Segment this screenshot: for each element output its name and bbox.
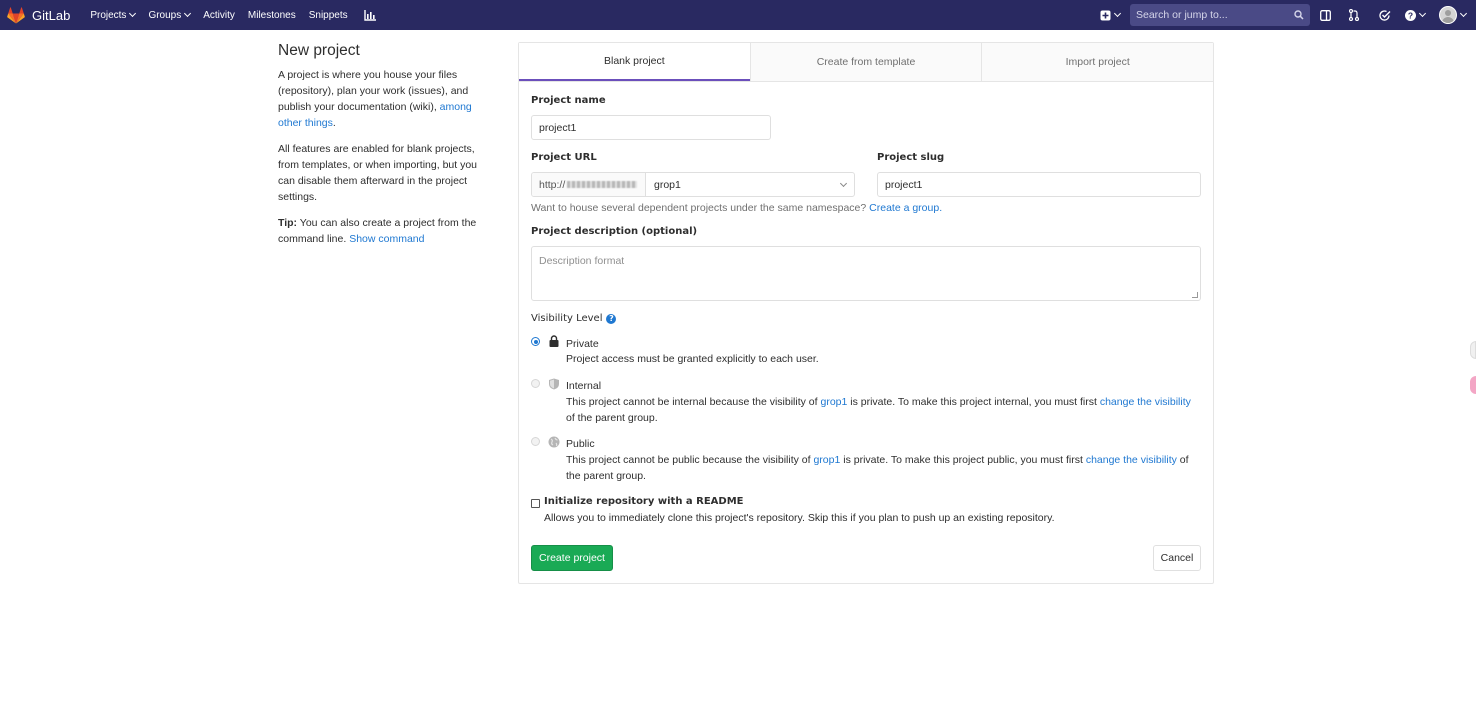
nav-snippets[interactable]: Snippets (309, 10, 348, 21)
search-placeholder: Search or jump to... (1136, 9, 1228, 21)
tab-import-project[interactable]: Import project (981, 43, 1214, 81)
chart-icon[interactable] (363, 9, 376, 21)
visibility-public-radio[interactable] (531, 437, 540, 446)
show-command-link[interactable]: Show command (349, 233, 424, 245)
public-group-link[interactable]: grop1 (813, 454, 840, 466)
nav-milestones[interactable]: Milestones (248, 10, 296, 21)
project-slug-label: Project slug (877, 152, 945, 163)
new-dropdown[interactable] (1100, 9, 1122, 21)
visibility-private-desc: Project access must be granted explicitl… (566, 353, 819, 365)
gitlab-home-link[interactable]: GitLab (7, 6, 71, 24)
tip-label: Tip: (278, 217, 298, 229)
visibility-internal-desc: This project cannot be internal because … (566, 394, 1196, 426)
left-info-column: New project A project is where you house… (278, 42, 486, 257)
side-widget[interactable] (1470, 341, 1476, 359)
gitlab-logo-icon (7, 6, 25, 23)
visibility-public-desc: This project cannot be public because th… (566, 452, 1196, 484)
merge-request-icon[interactable] (1349, 9, 1359, 21)
visibility-private-radio[interactable] (531, 337, 540, 346)
side-widget-pink[interactable] (1470, 376, 1476, 394)
nav-right: Search or jump to... ? (1100, 0, 1476, 30)
shield-icon (549, 378, 559, 390)
tab-blank-project[interactable]: Blank project (519, 43, 750, 81)
globe-icon (548, 436, 560, 448)
description-label: Project description (optional) (531, 226, 698, 237)
nav-projects-label: Projects (90, 9, 127, 21)
nav-groups-label: Groups (148, 9, 182, 21)
cancel-button[interactable]: Cancel (1153, 545, 1201, 571)
intro-period: . (332, 117, 336, 129)
todo-check-icon[interactable] (1379, 9, 1391, 21)
page-title: New project (278, 42, 360, 59)
visibility-label-text: Visibility Level (531, 313, 603, 324)
description-placeholder: Description format (539, 255, 625, 267)
internal-change-visibility-link[interactable]: change the visibility (1100, 396, 1191, 408)
namespace-help-text: Want to house several dependent projects… (531, 202, 870, 214)
chevron-down-icon (1459, 9, 1468, 18)
internal-desc-b: is private. To make this project interna… (847, 396, 1100, 408)
initialize-readme-checkbox[interactable] (531, 499, 540, 508)
project-name-input[interactable]: project1 (531, 115, 771, 140)
namespace-value: grop1 (654, 178, 681, 191)
create-group-link[interactable]: Create a group. (869, 202, 942, 214)
resize-handle[interactable] (1192, 292, 1198, 298)
nav-activity[interactable]: Activity (203, 10, 235, 21)
visibility-internal-label[interactable]: Internal (566, 380, 601, 392)
internal-group-link[interactable]: grop1 (820, 396, 847, 408)
project-url-group: http:// grop1 (531, 172, 855, 197)
help-dropdown[interactable]: ? (1405, 9, 1427, 21)
chevron-down-icon (839, 179, 848, 187)
internal-desc-a: This project cannot be internal because … (566, 396, 821, 408)
chevron-down-icon (129, 9, 137, 18)
public-desc-a: This project cannot be public because th… (566, 454, 814, 466)
nav-groups[interactable]: Groups (148, 9, 192, 21)
public-desc-b: is private. To make this project public,… (840, 454, 1086, 466)
public-change-visibility-link[interactable]: change the visibility (1086, 454, 1177, 466)
avatar (1439, 6, 1457, 24)
plus-square-icon (1100, 10, 1111, 20)
svg-text:?: ? (1408, 10, 1413, 20)
features-paragraph: All features are enabled for blank proje… (278, 143, 478, 203)
visibility-internal-radio[interactable] (531, 379, 540, 388)
project-tabs: Blank project Create from template Impor… (519, 43, 1214, 82)
namespace-help: Want to house several dependent projects… (531, 202, 942, 214)
search-icon (1294, 10, 1304, 20)
visibility-level-label: Visibility Level ? (531, 313, 617, 324)
lock-icon (549, 335, 559, 347)
project-name-label: Project name (531, 95, 606, 106)
tab-create-from-template[interactable]: Create from template (749, 43, 982, 81)
sidebar-icon[interactable] (1320, 9, 1331, 21)
main-nav: Projects Groups Activity Milestones Snip… (90, 9, 388, 21)
url-prefix-text: http:// (539, 178, 566, 191)
help-icon[interactable]: ? (606, 313, 617, 324)
project-url-label: Project URL (531, 152, 597, 163)
new-project-card: Blank project Create from template Impor… (518, 42, 1214, 584)
url-prefix: http:// (532, 173, 646, 196)
project-slug-input[interactable]: project1 (877, 172, 1201, 197)
chevron-down-icon (1113, 9, 1122, 18)
user-menu[interactable] (1439, 6, 1468, 24)
chevron-down-icon (1418, 9, 1427, 18)
visibility-public-label[interactable]: Public (566, 438, 595, 450)
initialize-readme-help: Allows you to immediately clone this pro… (544, 512, 1055, 524)
redacted-host (567, 181, 638, 188)
help-icon: ? (1405, 9, 1416, 21)
top-navbar: GitLab Projects Groups Activity Mileston… (0, 0, 1476, 30)
namespace-select[interactable]: grop1 (646, 173, 854, 196)
create-project-button[interactable]: Create project (531, 545, 613, 571)
internal-desc-c: of the parent group. (566, 412, 658, 424)
project-intro-paragraph: A project is where you house your files … (278, 67, 486, 131)
description-textarea[interactable]: Description format (531, 246, 1201, 301)
chevron-down-icon (184, 9, 192, 18)
visibility-private-label[interactable]: Private (566, 338, 599, 350)
brand-name: GitLab (32, 7, 71, 23)
search-input[interactable]: Search or jump to... (1130, 4, 1310, 26)
nav-projects[interactable]: Projects (90, 9, 137, 21)
initialize-readme-label[interactable]: Initialize repository with a README (544, 496, 744, 507)
tip-paragraph: Tip: You can also create a project from … (278, 215, 486, 247)
